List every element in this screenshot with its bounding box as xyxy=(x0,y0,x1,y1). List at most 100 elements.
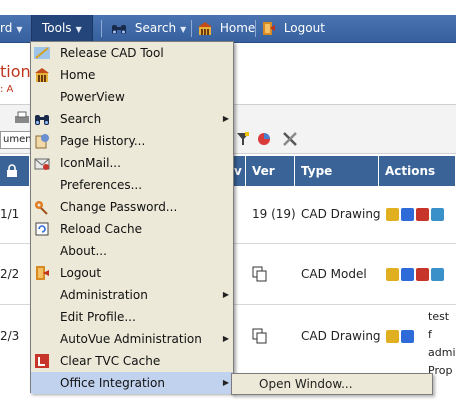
header-v[interactable]: v xyxy=(232,156,246,186)
chevron-down-icon: ▼ xyxy=(75,25,82,34)
versions-icon[interactable] xyxy=(252,328,268,344)
menu-item-label: AutoVue Administration xyxy=(60,332,202,346)
menu-partial-label: rd xyxy=(0,21,13,35)
header-actions: Actions xyxy=(379,156,456,186)
page-history-icon xyxy=(35,134,49,149)
tools-dropdown-menu: Release CAD Tool Home PowerView Search ▶… xyxy=(30,41,234,394)
menu-search-label: Search xyxy=(134,21,177,35)
menu-item-about[interactable]: About... xyxy=(31,240,233,262)
row-type: CAD Drawing xyxy=(301,207,381,221)
promote-icon[interactable] xyxy=(386,267,399,281)
menu-item-autovue-administration[interactable]: AutoVue Administration ▶ xyxy=(31,328,233,350)
menu-item-search[interactable]: Search ▶ xyxy=(31,108,233,130)
add-icon[interactable] xyxy=(401,329,414,343)
office-integration-submenu: Open Window... xyxy=(231,373,433,395)
logout-icon xyxy=(36,266,49,280)
menu-item-label: Logout xyxy=(60,266,102,280)
header-lock[interactable] xyxy=(0,156,30,186)
row-id: 2/3 xyxy=(0,329,20,343)
menu-partial-item[interactable]: rd ▼ xyxy=(0,15,23,42)
menu-item-open-window[interactable]: Open Window... xyxy=(259,374,353,394)
menu-item-iconmail[interactable]: IconMail... xyxy=(31,152,233,174)
menu-item-preferences[interactable]: Preferences... xyxy=(31,174,233,196)
menu-item-label: Office Integration xyxy=(60,376,165,390)
menu-logout-label: Logout xyxy=(283,21,325,35)
menu-item-label: Reload Cache xyxy=(60,222,142,236)
view-icon[interactable] xyxy=(431,267,444,281)
versions-icon[interactable] xyxy=(252,266,268,282)
menu-item-label: IconMail... xyxy=(60,156,121,170)
menu-item-home[interactable]: Home xyxy=(31,64,233,86)
header-ver[interactable]: Ver xyxy=(246,156,295,186)
filter-icon[interactable] xyxy=(236,131,250,147)
menu-item-label: About... xyxy=(60,244,107,258)
download-icon[interactable] xyxy=(416,267,429,281)
row-id: 1/1 xyxy=(0,207,20,221)
menu-item-logout[interactable]: Logout xyxy=(31,262,233,284)
header-type[interactable]: Type xyxy=(295,156,379,186)
reload-cache-icon xyxy=(35,222,49,236)
menu-item-label: Administration xyxy=(60,288,148,302)
menu-tools[interactable]: Tools ▼ xyxy=(31,15,93,42)
row-actions xyxy=(386,186,456,242)
row-description: test f admi Prop xyxy=(428,308,456,380)
key-icon xyxy=(35,201,48,215)
description-line: test f xyxy=(428,310,450,341)
menu-item-label: Edit Profile... xyxy=(60,310,136,324)
menu-item-edit-profile[interactable]: Edit Profile... xyxy=(31,306,233,328)
row-actions xyxy=(386,246,456,302)
add-icon[interactable] xyxy=(401,207,414,221)
menu-home[interactable]: Home xyxy=(197,15,255,42)
menu-item-page-history[interactable]: Page History... xyxy=(31,130,233,152)
view-icon[interactable] xyxy=(431,207,444,221)
menu-item-clear-tvc-cache[interactable]: Clear TVC Cache xyxy=(31,350,233,372)
menu-tools-label: Tools xyxy=(42,21,72,35)
menu-item-powerview[interactable]: PowerView xyxy=(31,86,233,108)
menu-item-label: Change Password... xyxy=(60,200,178,214)
submenu-arrow-icon: ▶ xyxy=(222,114,229,123)
row-version xyxy=(252,246,297,302)
menu-item-release-cad-tool[interactable]: Release CAD Tool xyxy=(31,42,233,64)
menu-item-label: Page History... xyxy=(60,134,146,148)
row-id: 2/2 xyxy=(0,267,20,281)
clear-cache-icon xyxy=(35,354,49,368)
home-icon xyxy=(35,68,49,82)
binoculars-icon xyxy=(35,115,49,125)
page-subtitle: : A xyxy=(0,84,14,95)
promote-icon[interactable] xyxy=(386,207,399,221)
add-icon[interactable] xyxy=(401,267,414,281)
row-actions xyxy=(386,306,426,366)
download-icon[interactable] xyxy=(416,207,429,221)
description-line: admi xyxy=(428,346,456,359)
printer-icon[interactable] xyxy=(13,110,31,126)
promote-icon[interactable] xyxy=(386,329,399,343)
menu-search[interactable]: Search ▼ xyxy=(111,15,186,42)
menu-home-label: Home xyxy=(219,21,256,35)
menu-item-label: PowerView xyxy=(60,90,125,104)
submenu-arrow-icon: ▶ xyxy=(222,290,229,299)
logout-icon xyxy=(263,22,275,35)
menu-item-change-password[interactable]: Change Password... xyxy=(31,196,233,218)
home-icon xyxy=(198,22,212,35)
chart-icon[interactable] xyxy=(256,132,272,146)
menu-item-reload-cache[interactable]: Reload Cache xyxy=(31,218,233,240)
row-type: CAD Drawing xyxy=(301,329,381,343)
submenu-arrow-icon: ▶ xyxy=(222,378,229,387)
top-strip xyxy=(0,0,456,15)
menubar-divider xyxy=(255,20,256,37)
iconmail-icon xyxy=(34,158,50,170)
menubar-divider xyxy=(191,20,192,37)
menu-item-administration[interactable]: Administration ▶ xyxy=(31,284,233,306)
tools-icon[interactable] xyxy=(282,131,298,147)
chevron-down-icon: ▼ xyxy=(180,25,187,34)
submenu-arrow-icon: ▶ xyxy=(222,334,229,343)
menubar-divider xyxy=(101,20,102,37)
row-version xyxy=(252,306,297,366)
binoculars-icon xyxy=(112,24,126,34)
chevron-down-icon: ▼ xyxy=(16,25,23,34)
menu-item-office-integration[interactable]: Office Integration ▶ xyxy=(31,372,233,394)
row-version: 19 (19) xyxy=(252,207,296,221)
menu-item-label: Preferences... xyxy=(60,178,143,192)
row-type: CAD Model xyxy=(301,267,367,281)
menu-logout[interactable]: Logout xyxy=(262,15,325,42)
